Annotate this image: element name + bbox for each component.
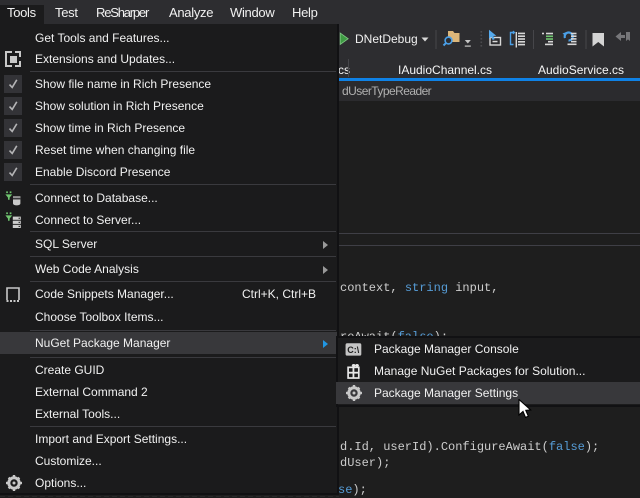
svg-text:C:\: C:\ xyxy=(347,345,359,355)
